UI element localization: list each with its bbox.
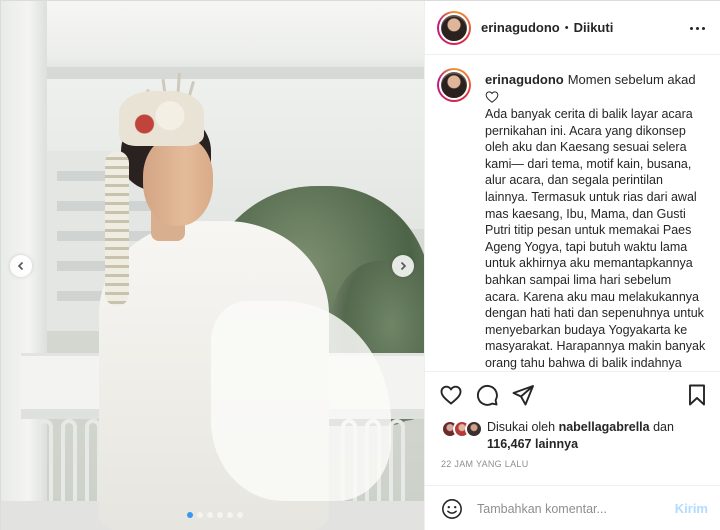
carousel-dot <box>237 512 243 518</box>
header-separator: • <box>564 21 569 34</box>
carousel-dot <box>217 512 223 518</box>
heart-icon <box>440 385 462 405</box>
avatar[interactable] <box>437 68 471 102</box>
comment-bar: Kirim <box>425 485 720 530</box>
carousel-prev-button[interactable] <box>10 255 32 277</box>
avatar <box>465 420 483 438</box>
chevron-right-icon <box>400 261 407 271</box>
share-button[interactable] <box>511 383 535 407</box>
post-timestamp[interactable]: 22 JAM YANG LALU <box>441 459 529 469</box>
caption-first-line: Momen sebelum akad <box>567 72 696 87</box>
caption-username[interactable]: erinagudono <box>485 72 564 87</box>
post-side-panel: erinagudono • Diikuti erinagudono Momen s… <box>424 1 720 530</box>
carousel-dot <box>227 512 233 518</box>
caption[interactable]: erinagudono Momen sebelum akad Ada banyak… <box>425 56 720 371</box>
bride-jasmine-braid <box>105 151 129 306</box>
avatar[interactable] <box>437 10 471 45</box>
likes-summary: Disukai oleh nabellagabrella dan 116,467… <box>441 419 711 455</box>
like-button[interactable] <box>439 383 463 407</box>
post-header: erinagudono • Diikuti <box>425 1 720 55</box>
post-comment-button[interactable]: Kirim <box>675 501 708 516</box>
bride-headpiece <box>119 91 204 146</box>
carousel-next-button[interactable] <box>392 255 414 277</box>
carousel-dot <box>187 512 193 518</box>
liker-avatars[interactable] <box>441 420 485 440</box>
comment-icon <box>476 384 498 406</box>
chevron-left-icon <box>17 261 24 271</box>
white-heart-icon <box>485 91 499 103</box>
liker-username[interactable]: nabellagabrella <box>559 420 650 434</box>
paper-plane-icon <box>512 385 534 406</box>
more-horizontal-icon <box>689 26 693 30</box>
likes-count-button[interactable]: 116,467 lainnya <box>487 437 578 451</box>
save-button[interactable] <box>685 383 709 407</box>
header-username[interactable]: erinagudono <box>481 20 560 35</box>
carousel-indicator <box>187 512 243 518</box>
likes-prefix: Disukai oleh <box>487 420 556 434</box>
follow-status-button[interactable]: Diikuti <box>574 20 614 35</box>
more-options-button[interactable] <box>686 21 708 35</box>
smiley-icon[interactable] <box>441 498 463 520</box>
action-bar <box>425 371 720 416</box>
bride-face <box>143 136 213 226</box>
instagram-post: erinagudono • Diikuti erinagudono Momen s… <box>0 0 720 530</box>
carousel-dot <box>207 512 213 518</box>
comment-input[interactable] <box>477 501 675 516</box>
likes-conjunction: dan <box>653 420 674 434</box>
carousel-dot <box>197 512 203 518</box>
caption-text: Ada banyak cerita di balik layar acara p… <box>485 107 706 370</box>
post-photo[interactable] <box>1 1 424 530</box>
bookmark-icon <box>689 384 705 406</box>
comment-button[interactable] <box>475 383 499 407</box>
